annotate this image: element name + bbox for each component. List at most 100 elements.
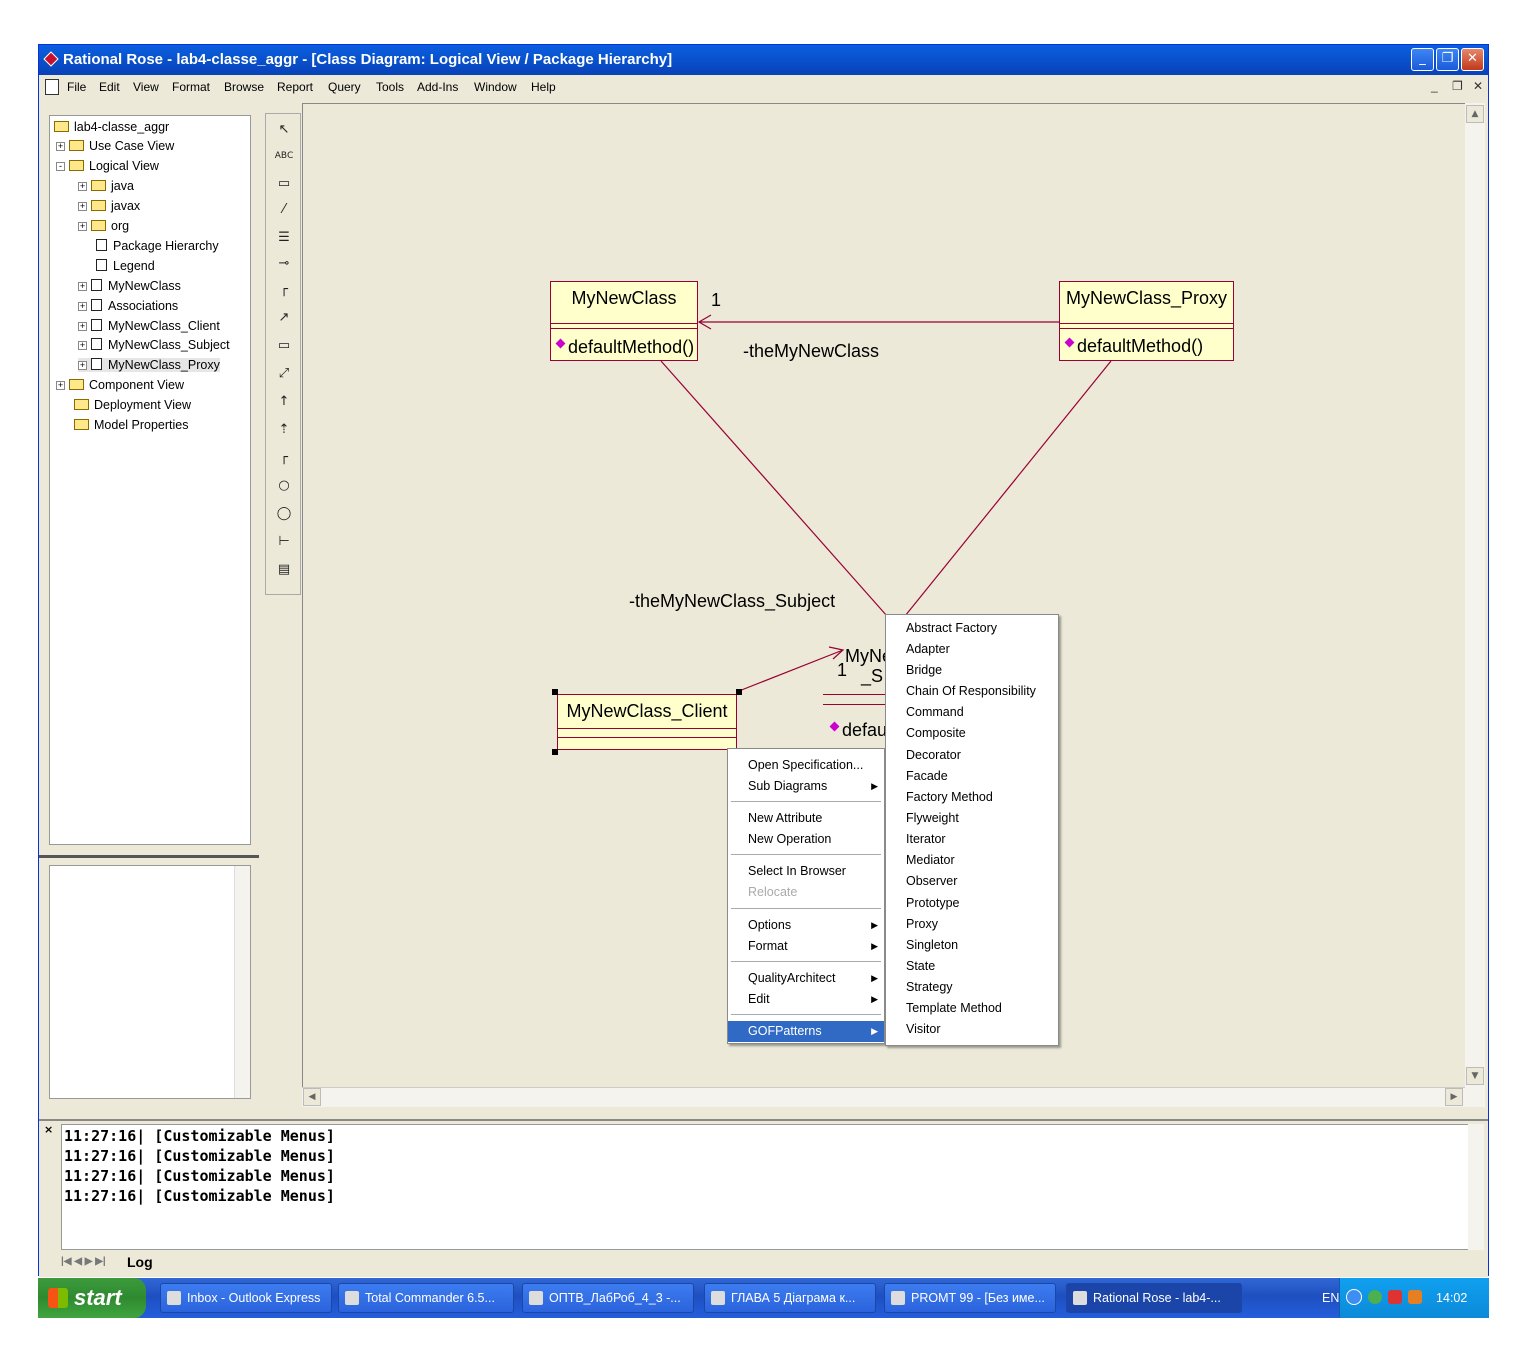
- association-icon[interactable]: ┌: [274, 280, 294, 300]
- gof-adapter[interactable]: Adapter: [886, 639, 1058, 660]
- expander[interactable]: +: [78, 202, 87, 211]
- tree-node-use-case-view[interactable]: + Use Case View: [56, 139, 174, 153]
- menu-format[interactable]: Format: [172, 80, 210, 94]
- gof-strategy[interactable]: Strategy: [886, 977, 1058, 998]
- mdi-restore-button[interactable]: ❐: [1452, 79, 1463, 93]
- gof-bridge[interactable]: Bridge: [886, 660, 1058, 681]
- minimize-button[interactable]: _: [1411, 48, 1434, 71]
- antivirus-icon[interactable]: [1388, 1290, 1402, 1304]
- selection-handle[interactable]: [552, 689, 558, 695]
- tree-node-model-properties[interactable]: Model Properties: [74, 418, 189, 432]
- taskbar-item-total-commander[interactable]: Total Commander 6.5...: [338, 1283, 514, 1313]
- menu-browse[interactable]: Browse: [224, 80, 264, 94]
- tree-node-root[interactable]: lab4-classe_aggr: [54, 120, 169, 134]
- class-icon[interactable]: ☰: [274, 228, 294, 248]
- document-icon[interactable]: [45, 79, 59, 95]
- menu-new-attribute[interactable]: New Attribute: [728, 808, 884, 829]
- clock[interactable]: 14:02: [1436, 1291, 1467, 1305]
- gof-proxy[interactable]: Proxy: [886, 914, 1058, 935]
- class-mynewclass-proxy[interactable]: MyNewClass_Proxy defaultMethod(): [1059, 281, 1234, 361]
- expander[interactable]: -: [56, 162, 65, 171]
- text-icon[interactable]: ABC: [274, 146, 294, 166]
- gof-abstract-factory[interactable]: Abstract Factory: [886, 618, 1058, 639]
- tab-log[interactable]: Log: [127, 1254, 153, 1270]
- gof-prototype[interactable]: Prototype: [886, 893, 1058, 914]
- selection-handle[interactable]: [736, 689, 742, 695]
- pane-splitter[interactable]: [39, 855, 259, 858]
- note-icon[interactable]: ▭: [274, 174, 294, 194]
- taskbar-item-outlook[interactable]: Inbox - Outlook Express: [160, 1283, 332, 1313]
- mdi-minimize-button[interactable]: _: [1431, 79, 1438, 93]
- anchor-note-icon[interactable]: ⁄: [274, 200, 294, 220]
- gof-state[interactable]: State: [886, 956, 1058, 977]
- selection-handle[interactable]: [552, 749, 558, 755]
- gof-visitor[interactable]: Visitor: [886, 1019, 1058, 1040]
- menu-quality-architect[interactable]: QualityArchitect ▶: [728, 968, 884, 989]
- gof-singleton[interactable]: Singleton: [886, 935, 1058, 956]
- gof-command[interactable]: Command: [886, 702, 1058, 723]
- gof-composite[interactable]: Composite: [886, 723, 1058, 744]
- gof-template-method[interactable]: Template Method: [886, 998, 1058, 1019]
- scroll-right-icon[interactable]: ▶: [1445, 1088, 1463, 1106]
- gof-flyweight[interactable]: Flyweight: [886, 808, 1058, 829]
- restore-button[interactable]: ❐: [1436, 48, 1459, 71]
- class-mynewclass-subject-partial[interactable]: MyNe _S defau: [823, 644, 892, 754]
- scroll-down-icon[interactable]: ▼: [1466, 1067, 1484, 1085]
- expander[interactable]: +: [78, 182, 87, 191]
- package-icon[interactable]: ▭: [274, 336, 294, 356]
- entity-icon[interactable]: ◯: [274, 504, 294, 524]
- menu-query[interactable]: Query: [328, 80, 361, 94]
- diagram-horizontal-scrollbar[interactable]: ◀ ▶: [302, 1087, 1465, 1107]
- expander[interactable]: +: [78, 302, 87, 311]
- close-button[interactable]: ✕: [1461, 48, 1484, 71]
- expander[interactable]: +: [78, 222, 87, 231]
- menu-gof-patterns[interactable]: GOFPatterns ▶: [728, 1021, 884, 1042]
- menu-sub-diagrams[interactable]: Sub Diagrams ▶: [728, 776, 884, 797]
- tree-node-associations[interactable]: + Associations: [78, 299, 178, 313]
- log-output[interactable]: 11:27:16| [Customizable Menus] 11:27:16|…: [61, 1124, 1471, 1250]
- tray-expand-icon[interactable]: [1346, 1289, 1362, 1305]
- menu-help[interactable]: Help: [531, 80, 556, 94]
- scroll-up-icon[interactable]: ▲: [1466, 105, 1484, 123]
- menu-report[interactable]: Report: [277, 80, 313, 94]
- tree-node-org[interactable]: + org: [78, 219, 129, 233]
- control-icon[interactable]: ⊢: [274, 532, 294, 552]
- pointer-icon[interactable]: ↖: [274, 120, 294, 140]
- gof-iterator[interactable]: Iterator: [886, 829, 1058, 850]
- menu-tools[interactable]: Tools: [376, 80, 404, 94]
- taskbar-item-word-doc-2[interactable]: ГЛАВА 5 Діаграма к...: [704, 1283, 876, 1313]
- class-mynewclass[interactable]: MyNewClass defaultMethod(): [550, 281, 698, 361]
- menu-select-in-browser[interactable]: Select In Browser: [728, 861, 884, 882]
- taskbar-item-word-doc-1[interactable]: ОПТВ_ЛабРоб_4_3 -...: [522, 1283, 694, 1313]
- taskbar-item-promt[interactable]: PROMT 99 - [Без име...: [884, 1283, 1056, 1313]
- diagram-canvas[interactable]: MyNewClass defaultMethod() MyNewClass_Pr…: [302, 103, 1485, 1107]
- tree-node-java[interactable]: + java: [78, 179, 134, 193]
- tree-node-component-view[interactable]: + Component View: [56, 378, 184, 392]
- diagram-vertical-scrollbar[interactable]: ▲ ▼: [1465, 103, 1485, 1107]
- class-mynewclass-client[interactable]: MyNewClass_Client: [557, 694, 737, 750]
- log-close-icon[interactable]: ×: [44, 1123, 53, 1136]
- gof-chain-of-responsibility[interactable]: Chain Of Responsibility: [886, 681, 1058, 702]
- realize-icon[interactable]: ⇡: [274, 420, 294, 440]
- expander[interactable]: +: [78, 322, 87, 331]
- gof-mediator[interactable]: Mediator: [886, 850, 1058, 871]
- taskbar-item-rational-rose[interactable]: Rational Rose - lab4-...: [1066, 1283, 1242, 1313]
- tree-node-mynewclass[interactable]: + MyNewClass: [78, 279, 181, 293]
- expander[interactable]: +: [56, 381, 65, 390]
- log-scrollbar[interactable]: [1468, 1124, 1484, 1250]
- menu-add-ins[interactable]: Add-Ins: [417, 80, 458, 94]
- tab-scroll-arrows-icon[interactable]: |◀ ◀ ▶ ▶|: [61, 1256, 106, 1267]
- menu-format[interactable]: Format ▶: [728, 936, 884, 957]
- aggregation-icon[interactable]: ┌: [274, 448, 294, 468]
- expander[interactable]: +: [78, 341, 87, 350]
- scroll-left-icon[interactable]: ◀: [303, 1088, 321, 1106]
- tree-node-logical-view[interactable]: - Logical View: [56, 159, 159, 173]
- component-icon[interactable]: ▤: [274, 560, 294, 580]
- generalization-icon[interactable]: ↑: [274, 392, 294, 412]
- documentation-window[interactable]: [49, 865, 251, 1099]
- model-browser[interactable]: lab4-classe_aggr + Use Case View - Logical…: [49, 115, 251, 845]
- dependency-icon[interactable]: ⤢: [274, 364, 294, 384]
- boundary-icon[interactable]: ○: [274, 476, 294, 496]
- menu-view[interactable]: View: [133, 80, 159, 94]
- tree-node-mynewclass-proxy[interactable]: + MyNewClass_Proxy: [78, 358, 220, 372]
